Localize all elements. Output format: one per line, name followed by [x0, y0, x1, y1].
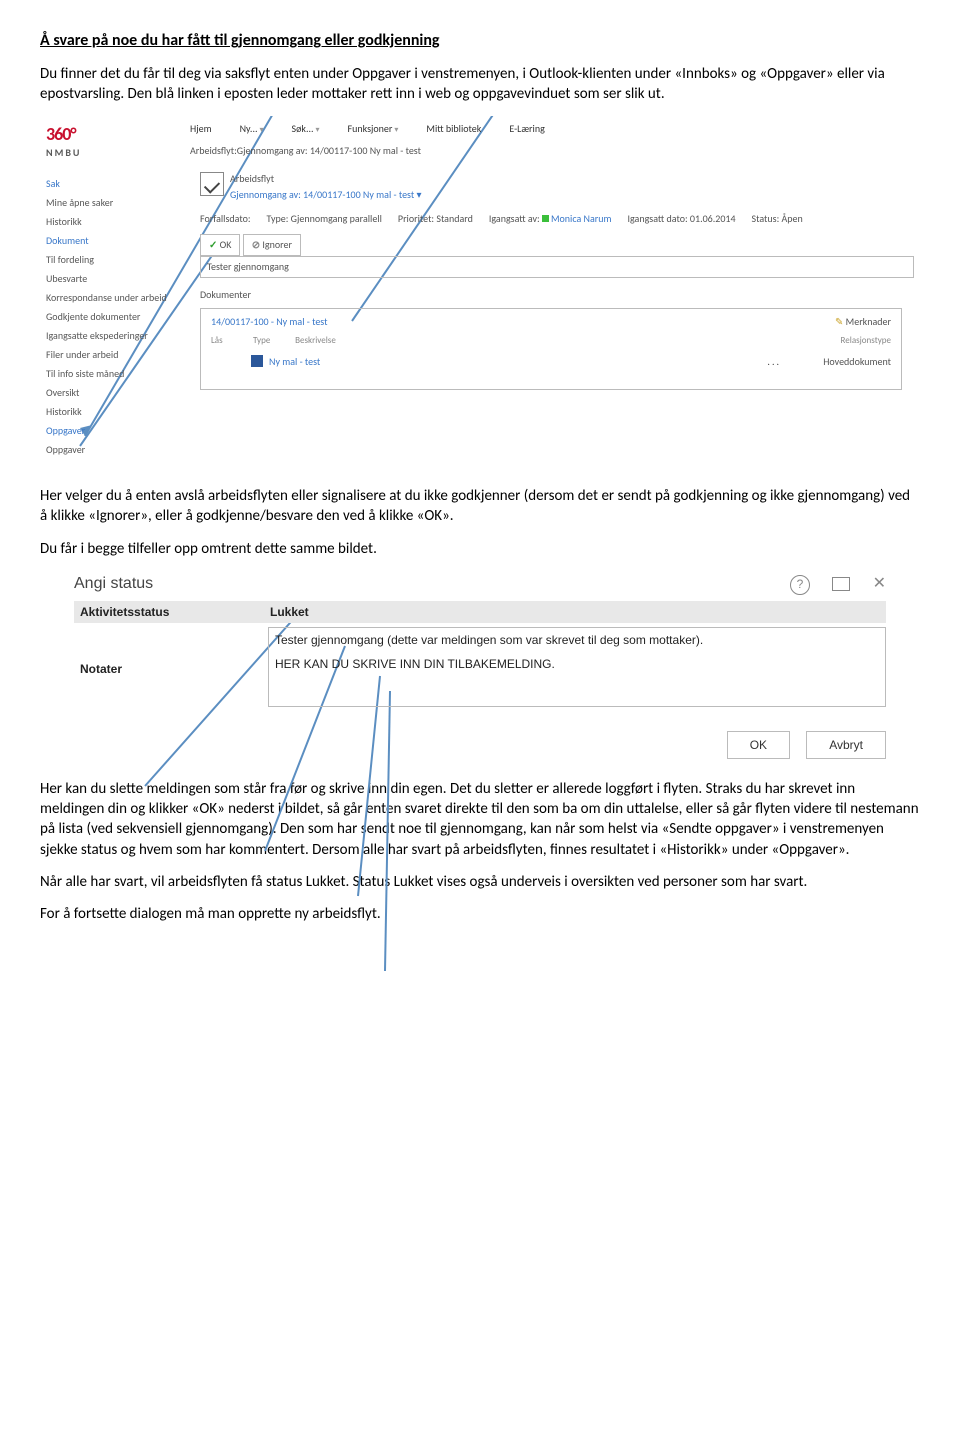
sidebar-oppgaver[interactable]: Oppgaver: [46, 440, 176, 459]
tester-gjennomgang-field[interactable]: Tester gjennomgang: [200, 256, 914, 278]
sidebar-igangsatte[interactable]: Igangsatte ekspederinger: [46, 326, 176, 345]
word-file-icon: [251, 355, 263, 367]
doc-table-header: Lås Type Beskrivelse: [211, 335, 336, 347]
sidebar-til-fordeling[interactable]: Til fordeling: [46, 250, 176, 269]
sidebar-sak-header: Sak: [46, 174, 176, 193]
ok-button[interactable]: ✓ OK: [200, 234, 240, 256]
notater-line1: Tester gjennomgang (dette var meldingen …: [275, 632, 879, 648]
workflow-action-buttons: ✓ OK ⊘ Ignorer: [200, 234, 301, 256]
paragraph-6: For å fortsette dialogen må man opprette…: [40, 904, 920, 924]
ignorer-button[interactable]: ⊘ Ignorer: [243, 234, 301, 256]
page-heading: Å svare på noe du har fått til gjennomga…: [40, 30, 920, 52]
relasjonstype-header: Relasjonstype: [841, 335, 891, 347]
nav-funksjoner[interactable]: Funksjoner▾: [348, 122, 399, 136]
sidebar-mine-apne-saker[interactable]: Mine åpne saker: [46, 193, 176, 212]
maximize-icon[interactable]: [832, 577, 850, 591]
meta-type: Type: Gjennomgang parallell: [267, 212, 382, 226]
meta-status: Status: Åpen: [752, 212, 803, 226]
logo-nmbu-text: NMBU: [46, 146, 81, 160]
aktivitetsstatus-value: Lukket: [270, 604, 309, 620]
notater-textarea[interactable]: Tester gjennomgang (dette var meldingen …: [268, 627, 886, 707]
nav-elaring[interactable]: E-Læring: [509, 122, 545, 136]
sidebar-historikk-bot[interactable]: Historikk: [46, 402, 176, 421]
meta-igangsatt-dato: Igangsatt dato: 01.06.2014: [628, 212, 736, 226]
sidebar-godkjente[interactable]: Godkjente dokumenter: [46, 307, 176, 326]
paragraph-2: Her velger du å enten avslå arbeidsflyte…: [40, 486, 920, 527]
dokumenter-label: Dokumenter: [200, 288, 251, 302]
status-row-bg: [74, 601, 886, 623]
top-nav: Hjem Ny...▾ Søk...▾ Funksjoner▾ Mitt bib…: [190, 122, 545, 136]
workflow-label: Arbeidsflyt: [230, 172, 274, 186]
sidebar-oversikt[interactable]: Oversikt: [46, 383, 176, 402]
meta-forfallsdato: Forfallsdato:: [200, 212, 251, 226]
help-icon[interactable]: ?: [790, 575, 810, 595]
relasjonstype-value: Hoveddokument: [823, 355, 891, 369]
dialog-avbryt-button[interactable]: Avbryt: [806, 731, 886, 759]
left-sidebar: Sak Mine åpne saker Historikk Dokument T…: [46, 174, 176, 459]
close-icon[interactable]: ✕: [873, 573, 886, 595]
paragraph-5: Når alle har svart, vil arbeidsflyten få…: [40, 872, 920, 892]
nav-mitt-bibliotek[interactable]: Mitt bibliotek: [426, 122, 481, 136]
meta-prioritet: Prioritet: Standard: [398, 212, 473, 226]
paragraph-4: Her kan du slette meldingen som står fra…: [40, 779, 920, 860]
sidebar-filer[interactable]: Filer under arbeid: [46, 345, 176, 364]
note-icon: ✎: [835, 315, 843, 328]
workflow-checkbox-icon: [200, 172, 224, 196]
dialog-ok-button[interactable]: OK: [727, 731, 790, 759]
breadcrumb: Arbeidsflyt:Gjennomgang av: 14/00117-100…: [190, 144, 421, 158]
workflow-meta-row: Forfallsdato: Type: Gjennomgang parallel…: [200, 212, 803, 226]
document-title-link[interactable]: 14/00117-100 - Ny mal - test: [211, 315, 327, 329]
dokumenter-panel: 14/00117-100 - Ny mal - test ✎ Merknader…: [200, 308, 902, 390]
doc-row-link[interactable]: Ny mal - test: [269, 355, 320, 369]
nav-ny[interactable]: Ny...▾: [240, 122, 264, 136]
row-actions-icon[interactable]: ...: [767, 355, 781, 369]
notater-line2: HER KAN DU SKRIVE INN DIN TILBAKEMELDING…: [275, 656, 879, 672]
notater-label: Notater: [80, 661, 122, 677]
merknader-link[interactable]: ✎ Merknader: [835, 315, 891, 329]
screenshot-360-app: 360° NMBU Hjem Ny...▾ Søk...▾ Funksjoner…: [40, 116, 920, 466]
sidebar-dokument-header: Dokument: [46, 231, 176, 250]
sidebar-historikk-top[interactable]: Historikk: [46, 212, 176, 231]
sidebar-korrespondanse[interactable]: Korrespondanse under arbeid: [46, 288, 176, 307]
sidebar-oppgaver-header: Oppgaver: [46, 421, 176, 440]
workflow-link[interactable]: Gjennomgang av: 14/00117-100 Ny mal - te…: [230, 188, 422, 202]
dialog-title: Angi status: [74, 573, 153, 595]
logo-360-text: 360: [46, 123, 70, 145]
aktivitetsstatus-label: Aktivitetsstatus: [80, 604, 169, 620]
meta-igangsatt-av: Igangsatt av: Monica Narum: [489, 212, 612, 226]
nav-sok[interactable]: Søk...▾: [292, 122, 320, 136]
paragraph-1: Du finner det du får til deg via saksfly…: [40, 64, 920, 105]
app-logo: 360° NMBU: [46, 122, 81, 160]
sidebar-til-info[interactable]: Til info siste måned: [46, 364, 176, 383]
sidebar-ubesvarte[interactable]: Ubesvarte: [46, 269, 176, 288]
screenshot-angi-status-dialog: Angi status ? ✕ Aktivitetsstatus Lukket …: [40, 571, 920, 761]
paragraph-3: Du får i begge tilfeller opp omtrent det…: [40, 539, 920, 559]
nav-hjem[interactable]: Hjem: [190, 122, 212, 136]
dialog-button-row: OK Avbryt: [715, 731, 886, 759]
